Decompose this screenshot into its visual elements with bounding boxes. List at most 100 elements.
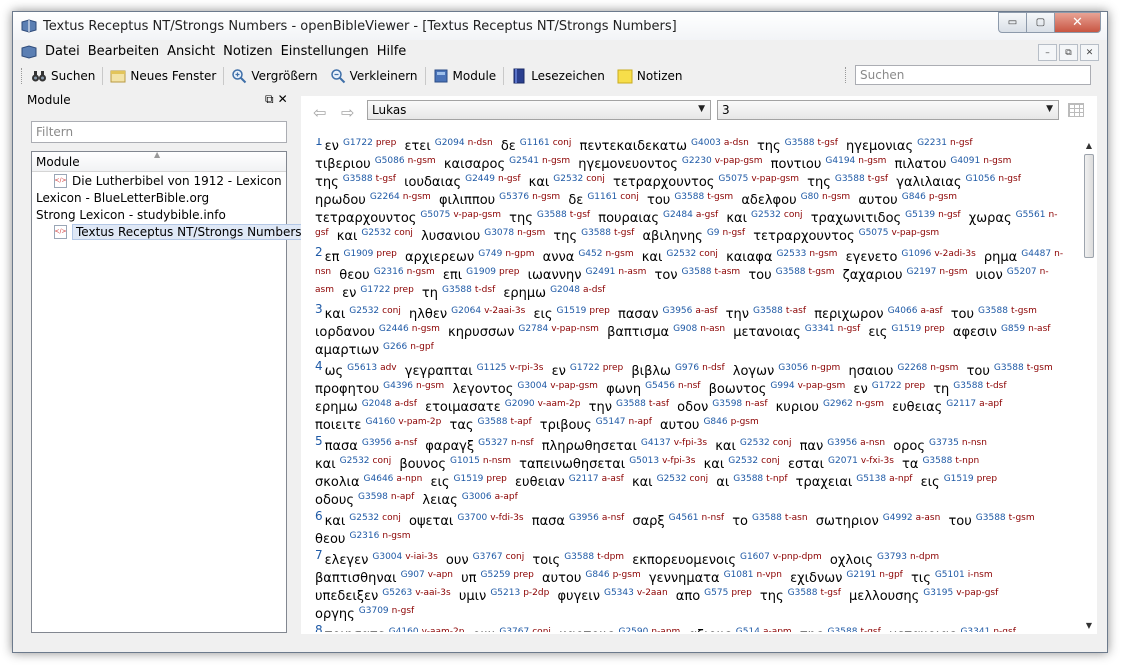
strongs-number[interactable]: G3006: [462, 492, 492, 502]
strongs-number[interactable]: G1909: [344, 249, 374, 259]
greek-word[interactable]: ιωαννην: [528, 268, 582, 283]
strongs-number[interactable]: G2230: [682, 156, 712, 166]
morphology-code[interactable]: t-gsm: [707, 192, 733, 202]
morphology-code[interactable]: v-pap-gsm: [550, 381, 598, 391]
morphology-code[interactable]: i-nsm: [968, 570, 993, 580]
morphology-code[interactable]: n-gpf: [879, 570, 903, 580]
greek-word[interactable]: αβιληνης: [642, 229, 702, 244]
greek-word[interactable]: γεγραπται: [405, 364, 473, 379]
greek-word[interactable]: ελεγεν: [325, 553, 369, 568]
minimize-button[interactable]: ▭: [998, 12, 1027, 33]
greek-word[interactable]: τοις: [532, 553, 560, 568]
greek-word[interactable]: του: [951, 307, 974, 322]
morphology-code[interactable]: a-nsf: [395, 438, 417, 448]
greek-word[interactable]: επ: [325, 250, 340, 265]
strongs-number[interactable]: G2532: [349, 513, 379, 523]
strongs-number[interactable]: G4396: [383, 381, 413, 391]
morphology-code[interactable]: n-dpm: [910, 552, 939, 562]
arrow-right-icon[interactable]: ⇨: [341, 103, 354, 122]
greek-word[interactable]: και: [715, 439, 736, 454]
strongs-number[interactable]: G3588: [564, 552, 594, 562]
morphology-code[interactable]: a-nsn: [860, 438, 885, 448]
greek-word[interactable]: τη: [422, 286, 438, 301]
greek-word[interactable]: ποιειτε: [315, 418, 361, 433]
greek-word[interactable]: εγενετο: [846, 250, 898, 265]
morphology-code[interactable]: n-gsm: [412, 324, 440, 334]
morphology-code[interactable]: n-nsf: [702, 513, 725, 523]
greek-word[interactable]: αννα: [543, 250, 575, 265]
document-system-icon[interactable]: [21, 45, 37, 59]
strongs-number[interactable]: G846: [703, 417, 727, 427]
greek-word[interactable]: ορος: [893, 439, 925, 454]
morphology-code[interactable]: a-gsf: [696, 210, 718, 220]
menu-ansicht[interactable]: Ansicht: [163, 44, 219, 59]
greek-word[interactable]: μετανοιας: [889, 628, 957, 632]
strongs-number[interactable]: G5561: [1016, 210, 1046, 220]
greek-word[interactable]: τις: [911, 571, 931, 586]
morphology-code[interactable]: prep: [977, 474, 997, 484]
strongs-number[interactable]: G3004: [517, 381, 547, 391]
morphology-code[interactable]: t-npn: [955, 456, 979, 466]
greek-word[interactable]: ηλθεν: [409, 307, 447, 322]
greek-word[interactable]: εχιδνων: [790, 571, 842, 586]
greek-word[interactable]: λεγοντος: [452, 382, 513, 397]
strongs-number[interactable]: G2316: [374, 267, 404, 277]
greek-word[interactable]: του: [967, 364, 990, 379]
morphology-code[interactable]: p-2dp: [523, 588, 549, 598]
strongs-number[interactable]: G3588: [752, 513, 782, 523]
morphology-code[interactable]: v-aam-2p: [538, 399, 581, 409]
strongs-number[interactable]: G2532: [349, 306, 379, 316]
morphology-code[interactable]: adv: [380, 363, 397, 373]
greek-word[interactable]: εις: [868, 325, 887, 340]
strongs-number[interactable]: G3588: [922, 456, 952, 466]
morphology-code[interactable]: n-asf: [1028, 324, 1050, 334]
strongs-number[interactable]: G1015: [450, 456, 480, 466]
greek-word[interactable]: λογων: [733, 364, 775, 379]
strongs-number[interactable]: G3341: [805, 324, 835, 334]
morphology-code[interactable]: a-nsf: [602, 513, 624, 523]
greek-word[interactable]: γεννηματα: [649, 571, 720, 586]
strongs-number[interactable]: G3767: [499, 627, 529, 632]
module-button[interactable]: Module: [427, 66, 503, 86]
greek-word[interactable]: κυριου: [776, 400, 819, 415]
greek-word[interactable]: ιουδαιας: [404, 175, 461, 190]
strongs-number[interactable]: G1722: [360, 285, 390, 295]
strongs-number[interactable]: G2532: [553, 174, 583, 184]
greek-word[interactable]: θεου: [339, 268, 369, 283]
strongs-number[interactable]: G575: [704, 588, 728, 598]
strongs-number[interactable]: G5207: [1007, 267, 1037, 277]
strongs-number[interactable]: G3588: [976, 513, 1006, 523]
morphology-code[interactable]: prep: [924, 324, 944, 334]
morphology-code[interactable]: t-asn: [785, 513, 808, 523]
strongs-number[interactable]: G2197: [906, 267, 936, 277]
greek-word[interactable]: ζαχαριου: [843, 268, 903, 283]
strongs-number[interactable]: G5213: [490, 588, 520, 598]
greek-word[interactable]: ερημω: [315, 400, 358, 415]
greek-word[interactable]: εις: [533, 307, 552, 322]
strongs-number[interactable]: G3588: [682, 267, 712, 277]
morphology-code[interactable]: n-gsm: [809, 249, 837, 259]
strongs-number[interactable]: G2784: [518, 324, 548, 334]
greek-word[interactable]: τριβους: [540, 418, 592, 433]
strongs-number[interactable]: G3956: [663, 306, 693, 316]
strongs-number[interactable]: G1125: [477, 363, 507, 373]
strongs-number[interactable]: G3195: [923, 588, 953, 598]
greek-word[interactable]: ποντιου: [771, 157, 822, 172]
greek-word[interactable]: εσται: [788, 457, 824, 472]
menu-einstellungen[interactable]: Einstellungen: [277, 44, 373, 59]
greek-word[interactable]: πεντεκαιδεκατω: [580, 139, 688, 154]
verse-number[interactable]: 5: [315, 434, 323, 448]
morphology-code[interactable]: prep: [376, 138, 396, 148]
strongs-number[interactable]: G3793: [877, 552, 907, 562]
greek-word[interactable]: ευθειαν: [515, 475, 565, 490]
strongs-number[interactable]: G3588: [442, 285, 472, 295]
greek-word[interactable]: ευθειας: [892, 400, 942, 415]
greek-word[interactable]: πασα: [325, 439, 358, 454]
morphology-code[interactable]: n-gsf: [993, 627, 1016, 632]
morphology-code[interactable]: n-dsn: [468, 138, 493, 148]
strongs-number[interactable]: G3588: [537, 210, 567, 220]
morphology-code[interactable]: prep: [486, 474, 506, 484]
menu-bearbeiten[interactable]: Bearbeiten: [84, 44, 163, 59]
greek-word[interactable]: καιαφα: [726, 250, 772, 265]
zoom-in-button[interactable]: Vergrößern: [225, 66, 323, 86]
